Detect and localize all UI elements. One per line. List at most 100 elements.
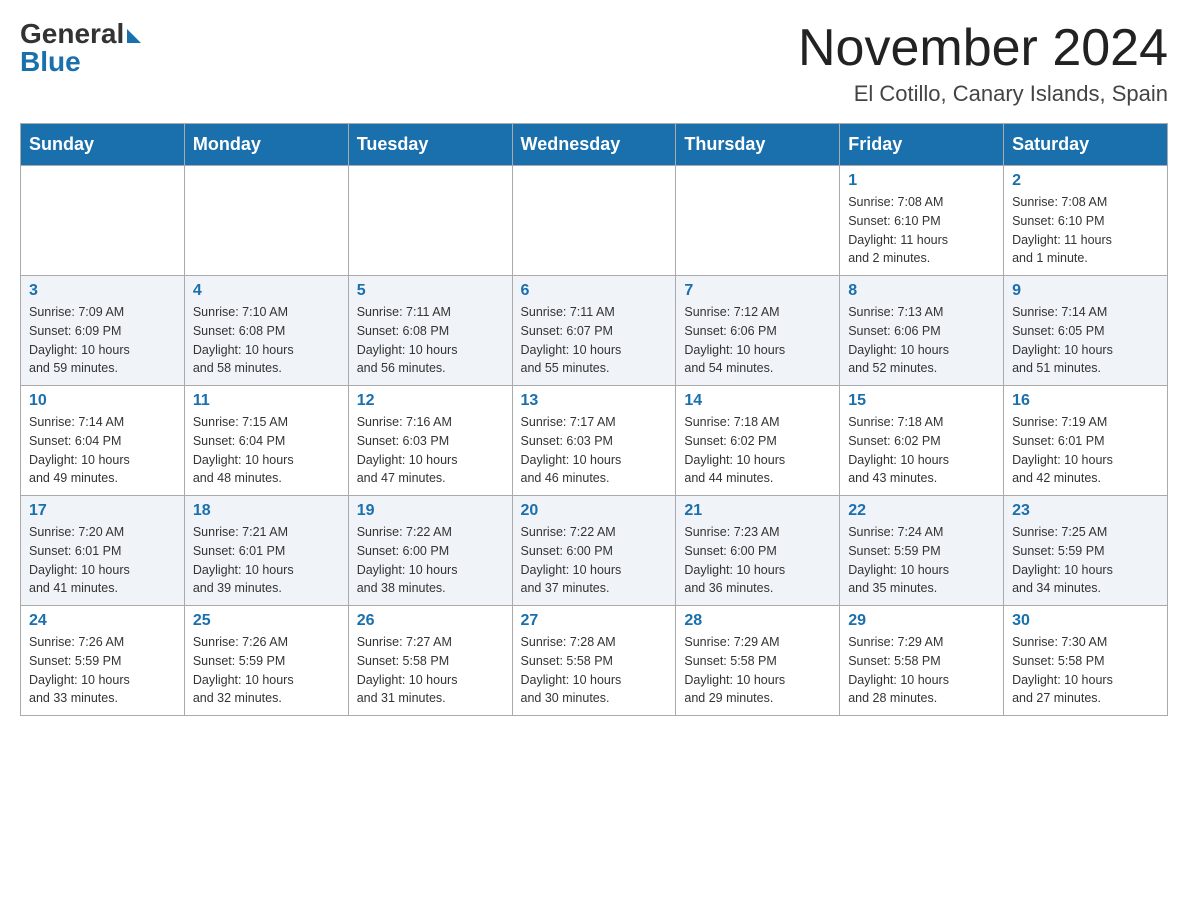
day-info: Sunrise: 7:21 AMSunset: 6:01 PMDaylight:… — [193, 523, 340, 598]
day-number: 9 — [1012, 282, 1159, 300]
day-number: 6 — [521, 282, 668, 300]
day-info: Sunrise: 7:26 AMSunset: 5:59 PMDaylight:… — [193, 633, 340, 708]
day-number: 14 — [684, 392, 831, 410]
calendar-week-row: 1Sunrise: 7:08 AMSunset: 6:10 PMDaylight… — [21, 166, 1168, 276]
calendar-cell: 27Sunrise: 7:28 AMSunset: 5:58 PMDayligh… — [512, 606, 676, 716]
calendar-cell: 11 Sunrise: 7:15 AMSunset: 6:04 PMDayligh… — [184, 386, 348, 496]
day-number: 12 — [357, 392, 504, 410]
calendar-cell: 19 Sunrise: 7:22 AMSunset: 6:00 PMDayligh… — [348, 496, 512, 606]
day-number: 7 — [684, 282, 831, 300]
calendar-cell: 10 Sunrise: 7:14 AMSunset: 6:04 PMDayligh… — [21, 386, 185, 496]
day-number: 4 — [193, 282, 340, 300]
day-info: Sunrise: 7:24 AMSunset: 5:59 PMDaylight:… — [848, 523, 995, 598]
calendar-cell: 4 Sunrise: 7:10 AMSunset: 6:08 PMDaylight… — [184, 276, 348, 386]
calendar-cell: 14 Sunrise: 7:18 AMSunset: 6:02 PMDayligh… — [676, 386, 840, 496]
day-number: 5 — [357, 282, 504, 300]
weekday-header-monday: Monday — [184, 124, 348, 166]
weekday-header-wednesday: Wednesday — [512, 124, 676, 166]
calendar-cell: 1Sunrise: 7:08 AMSunset: 6:10 PMDaylight… — [840, 166, 1004, 276]
weekday-header-friday: Friday — [840, 124, 1004, 166]
day-info: Sunrise: 7:19 AMSunset: 6:01 PMDaylight:… — [1012, 413, 1159, 488]
weekday-header-saturday: Saturday — [1004, 124, 1168, 166]
day-number: 20 — [521, 502, 668, 520]
day-number: 29 — [848, 612, 995, 630]
day-number: 18 — [193, 502, 340, 520]
day-info: Sunrise: 7:29 AMSunset: 5:58 PMDaylight:… — [684, 633, 831, 708]
calendar-cell: 25 Sunrise: 7:26 AMSunset: 5:59 PMDayligh… — [184, 606, 348, 716]
calendar-cell: 17 Sunrise: 7:20 AMSunset: 6:01 PMDayligh… — [21, 496, 185, 606]
calendar-cell: 13Sunrise: 7:17 AMSunset: 6:03 PMDayligh… — [512, 386, 676, 496]
location-text: El Cotillo, Canary Islands, Spain — [798, 81, 1168, 107]
calendar-cell: 28Sunrise: 7:29 AMSunset: 5:58 PMDayligh… — [676, 606, 840, 716]
weekday-header-tuesday: Tuesday — [348, 124, 512, 166]
day-number: 24 — [29, 612, 176, 630]
calendar-cell: 5 Sunrise: 7:11 AMSunset: 6:08 PMDaylight… — [348, 276, 512, 386]
weekday-header-sunday: Sunday — [21, 124, 185, 166]
day-info: Sunrise: 7:25 AMSunset: 5:59 PMDaylight:… — [1012, 523, 1159, 598]
day-number: 15 — [848, 392, 995, 410]
day-info: Sunrise: 7:27 AMSunset: 5:58 PMDaylight:… — [357, 633, 504, 708]
calendar-week-row: 3 Sunrise: 7:09 AMSunset: 6:09 PMDaylight… — [21, 276, 1168, 386]
day-number: 21 — [684, 502, 831, 520]
day-info: Sunrise: 7:10 AMSunset: 6:08 PMDaylight:… — [193, 303, 340, 378]
day-info: Sunrise: 7:20 AMSunset: 6:01 PMDaylight:… — [29, 523, 176, 598]
day-info: Sunrise: 7:16 AMSunset: 6:03 PMDaylight:… — [357, 413, 504, 488]
calendar-cell: 18 Sunrise: 7:21 AMSunset: 6:01 PMDayligh… — [184, 496, 348, 606]
calendar-cell: 22 Sunrise: 7:24 AMSunset: 5:59 PMDayligh… — [840, 496, 1004, 606]
day-info: Sunrise: 7:22 AMSunset: 6:00 PMDaylight:… — [357, 523, 504, 598]
day-number: 3 — [29, 282, 176, 300]
day-info: Sunrise: 7:08 AMSunset: 6:10 PMDaylight:… — [848, 193, 995, 268]
calendar-cell: 3 Sunrise: 7:09 AMSunset: 6:09 PMDaylight… — [21, 276, 185, 386]
day-number: 10 — [29, 392, 176, 410]
calendar-table: SundayMondayTuesdayWednesdayThursdayFrid… — [20, 123, 1168, 716]
day-info: Sunrise: 7:11 AMSunset: 6:07 PMDaylight:… — [521, 303, 668, 378]
day-number: 11 — [193, 392, 340, 410]
day-number: 22 — [848, 502, 995, 520]
day-info: Sunrise: 7:09 AMSunset: 6:09 PMDaylight:… — [29, 303, 176, 378]
calendar-cell: 12 Sunrise: 7:16 AMSunset: 6:03 PMDayligh… — [348, 386, 512, 496]
calendar-cell — [184, 166, 348, 276]
calendar-cell: 6 Sunrise: 7:11 AMSunset: 6:07 PMDaylight… — [512, 276, 676, 386]
day-info: Sunrise: 7:18 AMSunset: 6:02 PMDaylight:… — [848, 413, 995, 488]
day-info: Sunrise: 7:30 AMSunset: 5:58 PMDaylight:… — [1012, 633, 1159, 708]
day-info: Sunrise: 7:28 AMSunset: 5:58 PMDaylight:… — [521, 633, 668, 708]
calendar-header-row: SundayMondayTuesdayWednesdayThursdayFrid… — [21, 124, 1168, 166]
calendar-cell — [348, 166, 512, 276]
calendar-week-row: 24 Sunrise: 7:26 AMSunset: 5:59 PMDayligh… — [21, 606, 1168, 716]
calendar-cell: 7Sunrise: 7:12 AMSunset: 6:06 PMDaylight… — [676, 276, 840, 386]
calendar-cell — [21, 166, 185, 276]
logo-general-text: General — [20, 20, 124, 48]
calendar-week-row: 17 Sunrise: 7:20 AMSunset: 6:01 PMDayligh… — [21, 496, 1168, 606]
day-number: 25 — [193, 612, 340, 630]
logo: General Blue — [20, 20, 141, 76]
day-info: Sunrise: 7:15 AMSunset: 6:04 PMDaylight:… — [193, 413, 340, 488]
calendar-cell: 30 Sunrise: 7:30 AMSunset: 5:58 PMDayligh… — [1004, 606, 1168, 716]
day-info: Sunrise: 7:11 AMSunset: 6:08 PMDaylight:… — [357, 303, 504, 378]
day-number: 17 — [29, 502, 176, 520]
day-number: 2 — [1012, 172, 1159, 190]
day-info: Sunrise: 7:29 AMSunset: 5:58 PMDaylight:… — [848, 633, 995, 708]
day-info: Sunrise: 7:08 AMSunset: 6:10 PMDaylight:… — [1012, 193, 1159, 268]
day-info: Sunrise: 7:18 AMSunset: 6:02 PMDaylight:… — [684, 413, 831, 488]
day-info: Sunrise: 7:13 AMSunset: 6:06 PMDaylight:… — [848, 303, 995, 378]
day-info: Sunrise: 7:14 AMSunset: 6:04 PMDaylight:… — [29, 413, 176, 488]
calendar-cell: 2 Sunrise: 7:08 AMSunset: 6:10 PMDaylight… — [1004, 166, 1168, 276]
calendar-cell: 20 Sunrise: 7:22 AMSunset: 6:00 PMDayligh… — [512, 496, 676, 606]
day-number: 30 — [1012, 612, 1159, 630]
day-number: 19 — [357, 502, 504, 520]
calendar-cell — [676, 166, 840, 276]
calendar-cell: 29 Sunrise: 7:29 AMSunset: 5:58 PMDayligh… — [840, 606, 1004, 716]
calendar-cell: 21 Sunrise: 7:23 AMSunset: 6:00 PMDayligh… — [676, 496, 840, 606]
calendar-cell: 9Sunrise: 7:14 AMSunset: 6:05 PMDaylight… — [1004, 276, 1168, 386]
day-number: 13 — [521, 392, 668, 410]
day-info: Sunrise: 7:23 AMSunset: 6:00 PMDaylight:… — [684, 523, 831, 598]
day-info: Sunrise: 7:26 AMSunset: 5:59 PMDaylight:… — [29, 633, 176, 708]
calendar-cell: 16Sunrise: 7:19 AMSunset: 6:01 PMDayligh… — [1004, 386, 1168, 496]
month-title: November 2024 — [798, 20, 1168, 77]
day-info: Sunrise: 7:22 AMSunset: 6:00 PMDaylight:… — [521, 523, 668, 598]
title-block: November 2024 El Cotillo, Canary Islands… — [798, 20, 1168, 107]
calendar-cell: 24 Sunrise: 7:26 AMSunset: 5:59 PMDayligh… — [21, 606, 185, 716]
day-number: 23 — [1012, 502, 1159, 520]
logo-blue-text: Blue — [20, 48, 81, 76]
calendar-cell: 15 Sunrise: 7:18 AMSunset: 6:02 PMDayligh… — [840, 386, 1004, 496]
